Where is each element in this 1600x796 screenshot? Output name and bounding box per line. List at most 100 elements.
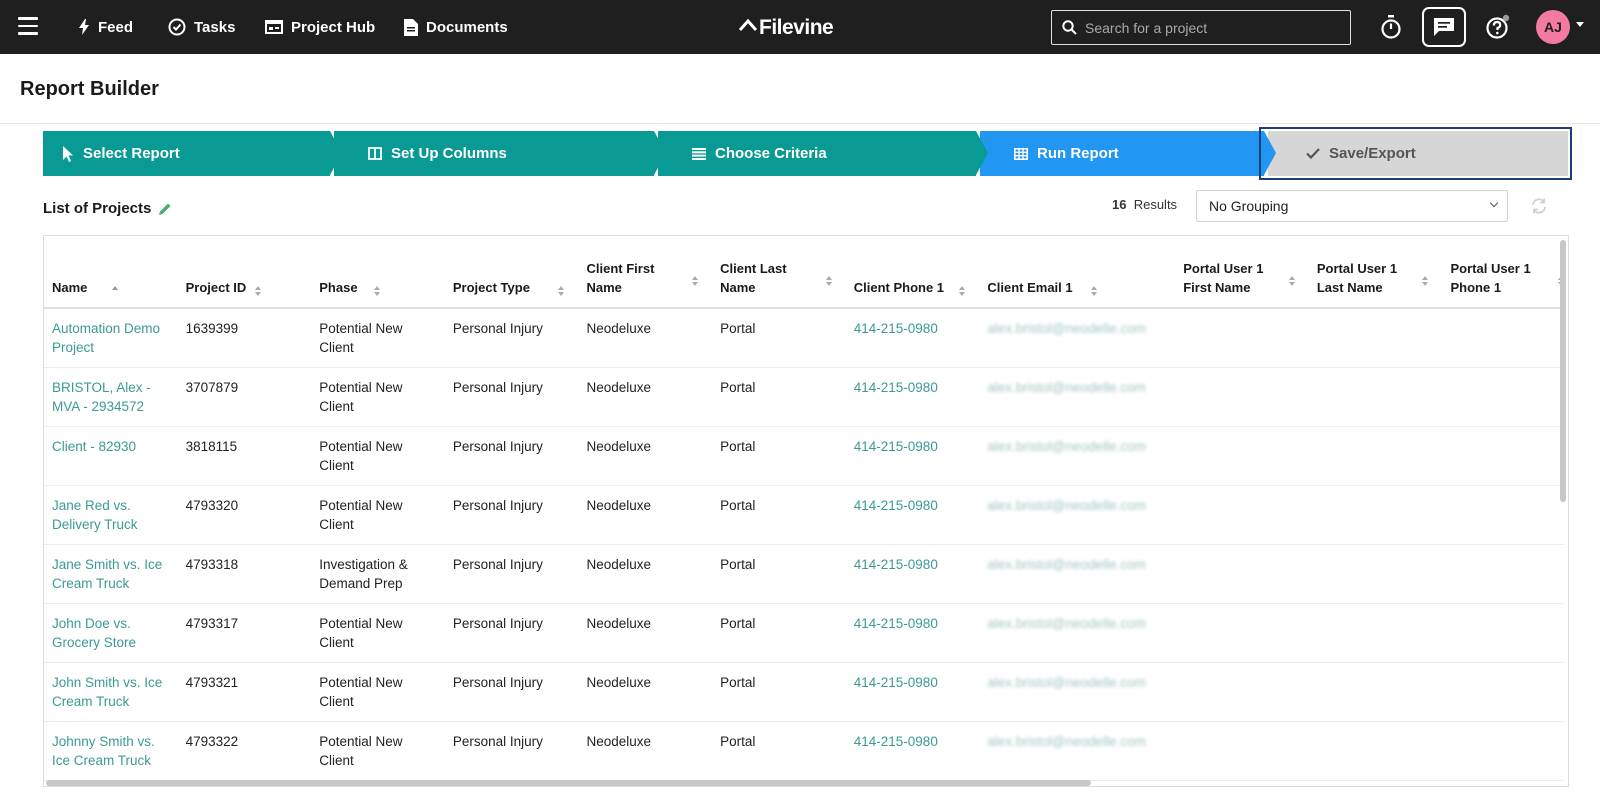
table-row[interactable]: John Doe vs. Grocery Store 4793317 Potenti… xyxy=(44,603,1564,663)
project-name-link[interactable]: Client - 82930 xyxy=(44,426,178,486)
portal-user-cell xyxy=(1308,308,1443,368)
portal-user-cell xyxy=(1442,485,1564,545)
column-header-label: Project ID xyxy=(185,280,247,295)
project-hub-icon xyxy=(265,20,283,34)
project-name-link[interactable]: Automation Demo Project xyxy=(44,308,178,368)
client-last-name-cell: Portal xyxy=(712,721,846,781)
column-header-project-type[interactable]: Project Type xyxy=(444,236,579,309)
column-header-name[interactable]: Name xyxy=(44,236,178,309)
client-phone-link[interactable]: 414-215-0980 xyxy=(845,485,980,545)
search-input[interactable] xyxy=(1085,19,1335,36)
client-email-cell: alex.bristol@neodelle.com xyxy=(979,367,1176,427)
column-header-portal-phone[interactable]: Portal User 1 Phone 1 xyxy=(1442,236,1564,309)
client-phone-link[interactable]: 414-215-0980 xyxy=(845,721,980,781)
column-header-label: Project Type xyxy=(452,280,530,295)
nav-feed-label: Feed xyxy=(98,18,134,36)
nav-tasks[interactable]: Tasks xyxy=(168,0,235,54)
column-header-phase[interactable]: Phase xyxy=(311,236,445,309)
list-icon xyxy=(692,147,706,160)
project-name-link[interactable]: Johnny Smith vs. Ice Cream Truck xyxy=(44,721,178,781)
column-header-client-last-name[interactable]: Client Last Name xyxy=(712,236,846,309)
column-header-label: Client Phone 1 xyxy=(853,280,945,295)
client-email-cell: alex.bristol@neodelle.com xyxy=(979,485,1176,545)
table-row[interactable]: John Smith vs. Ice Cream Truck 4793321 Pot… xyxy=(44,662,1564,722)
portal-user-cell xyxy=(1442,367,1564,427)
horizontal-scrollbar[interactable] xyxy=(46,780,1091,786)
column-header-label: Client First Name xyxy=(586,261,655,295)
project-name-link[interactable]: Jane Smith vs. Ice Cream Truck xyxy=(44,544,178,604)
nav-feed[interactable]: Feed xyxy=(78,0,133,54)
search-icon xyxy=(1062,20,1077,35)
column-header-project-id[interactable]: Project ID xyxy=(177,236,312,309)
logo-chevron-icon xyxy=(738,18,758,31)
step-choose-criteria[interactable]: Choose Criteria xyxy=(658,131,976,176)
table-row[interactable]: BRISTOL, Alex - MVA - 2934572 3707879 Pote… xyxy=(44,367,1564,427)
step-label: Choose Criteria xyxy=(715,145,827,162)
project-type-cell: Personal Injury xyxy=(444,426,579,486)
chevron-down-icon[interactable] xyxy=(1576,22,1584,27)
nav-project-hub[interactable]: Project Hub xyxy=(265,0,375,54)
step-set-up-columns[interactable]: Set Up Columns xyxy=(334,131,654,176)
column-header-client-first-name[interactable]: Client First Name xyxy=(578,236,713,309)
step-run-report[interactable]: Run Report xyxy=(980,131,1264,176)
table-row[interactable]: Automation Demo Project 1639399 Potential … xyxy=(44,308,1564,368)
portal-user-cell xyxy=(1308,544,1443,604)
menu-icon[interactable] xyxy=(18,17,38,35)
client-last-name-cell: Portal xyxy=(712,367,846,427)
pencil-icon[interactable] xyxy=(158,202,172,216)
project-type-cell: Personal Injury xyxy=(444,603,579,663)
column-header-label: Client Email 1 xyxy=(987,280,1073,295)
client-first-name-cell: Neodeluxe xyxy=(578,662,713,722)
vertical-scrollbar[interactable] xyxy=(1560,240,1566,502)
nav-documents[interactable]: Documents xyxy=(404,0,508,54)
chevron-down-icon xyxy=(1489,198,1499,208)
client-phone-link[interactable]: 414-215-0980 xyxy=(845,662,980,722)
chat-button[interactable] xyxy=(1422,7,1466,47)
results-label: Results xyxy=(1133,197,1178,212)
column-header-portal-last-name[interactable]: Portal User 1 Last Name xyxy=(1308,236,1443,309)
refresh-button[interactable] xyxy=(1523,190,1555,222)
grouping-select[interactable]: No Grouping xyxy=(1196,190,1508,222)
step-select-report[interactable]: Select Report xyxy=(43,131,330,176)
portal-user-cell xyxy=(1442,662,1564,722)
client-phone-link[interactable]: 414-215-0980 xyxy=(845,367,980,427)
client-first-name-cell: Neodeluxe xyxy=(578,721,713,781)
table-row[interactable]: Jane Red vs. Delivery Truck 4793320 Potent… xyxy=(44,485,1564,545)
portal-user-cell xyxy=(1308,485,1443,545)
step-label: Run Report xyxy=(1037,145,1119,162)
save-export-focus-outline xyxy=(1259,127,1572,180)
nav-project-hub-label: Project Hub xyxy=(291,18,376,36)
column-header-label: Portal User 1 First Name xyxy=(1183,261,1264,295)
report-table-container: Name Project ID Phase Project Type Clien… xyxy=(43,235,1569,787)
table-header-row: Name Project ID Phase Project Type Clien… xyxy=(44,236,1564,309)
project-search[interactable] xyxy=(1051,10,1351,45)
client-phone-link[interactable]: 414-215-0980 xyxy=(845,603,980,663)
client-phone-link[interactable]: 414-215-0980 xyxy=(845,426,980,486)
project-type-cell: Personal Injury xyxy=(444,367,579,427)
help-icon[interactable] xyxy=(1484,13,1512,41)
client-first-name-cell: Neodeluxe xyxy=(578,544,713,604)
step-separator xyxy=(330,131,342,175)
client-email-cell: alex.bristol@neodelle.com xyxy=(979,308,1176,368)
table-row[interactable]: Jane Smith vs. Ice Cream Truck 4793318 Inv… xyxy=(44,544,1564,604)
project-id-cell: 3707879 xyxy=(177,367,312,427)
client-phone-link[interactable]: 414-215-0980 xyxy=(845,544,980,604)
user-avatar[interactable]: AJ xyxy=(1536,10,1570,44)
filevine-logo[interactable]: Filevine xyxy=(738,13,834,43)
portal-user-cell xyxy=(1442,426,1564,486)
client-phone-link[interactable]: 414-215-0980 xyxy=(845,308,980,368)
table-row[interactable]: Client - 82930 3818115 Potential New Clien… xyxy=(44,426,1564,486)
project-name-link[interactable]: BRISTOL, Alex - MVA - 2934572 xyxy=(44,367,178,427)
column-header-client-phone[interactable]: Client Phone 1 xyxy=(845,236,980,309)
project-name-link[interactable]: Jane Red vs. Delivery Truck xyxy=(44,485,178,545)
nav-documents-label: Documents xyxy=(426,18,508,36)
portal-user-cell xyxy=(1175,308,1309,368)
project-name-link[interactable]: John Smith vs. Ice Cream Truck xyxy=(44,662,178,722)
phase-cell: Potential New Client xyxy=(311,603,445,663)
column-header-portal-first-name[interactable]: Portal User 1 First Name xyxy=(1175,236,1309,309)
timer-icon[interactable] xyxy=(1378,14,1404,40)
column-header-client-email[interactable]: Client Email 1 xyxy=(979,236,1176,309)
cursor-icon xyxy=(63,145,73,162)
project-name-link[interactable]: John Doe vs. Grocery Store xyxy=(44,603,178,663)
table-row[interactable]: Johnny Smith vs. Ice Cream Truck 4793322 P… xyxy=(44,721,1564,781)
